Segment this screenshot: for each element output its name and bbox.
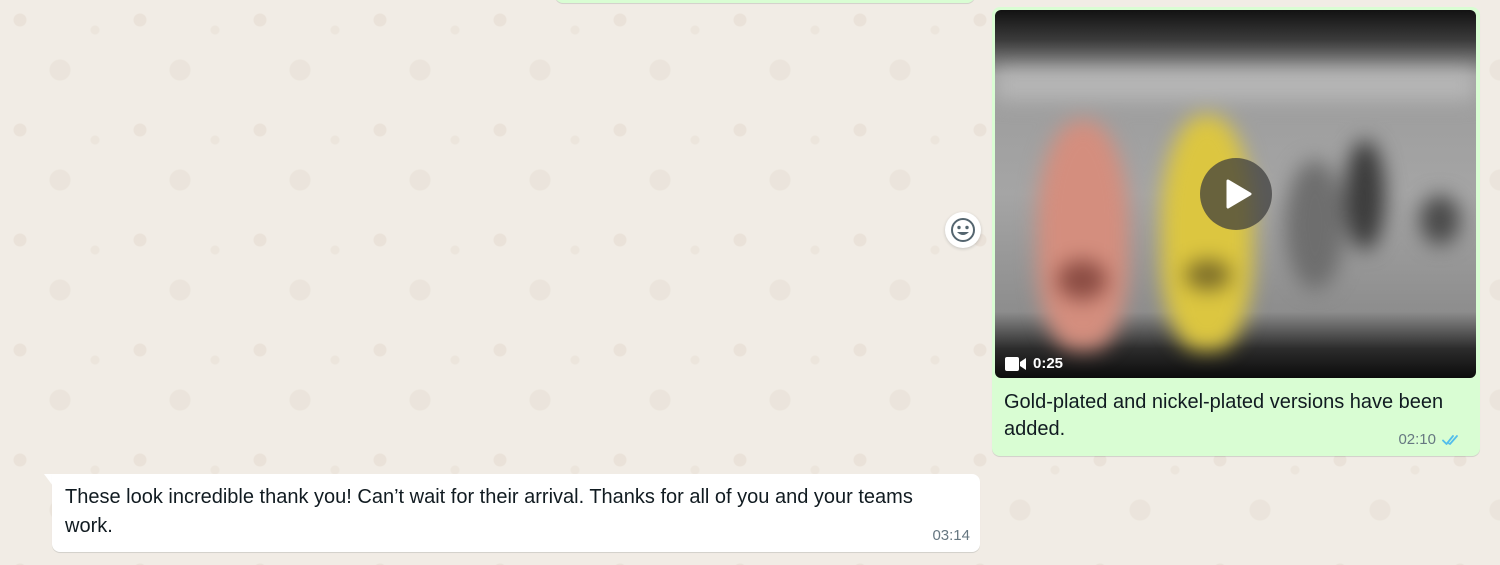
- video-info: 0:25: [1005, 355, 1063, 372]
- video-duration: 0:25: [1033, 355, 1064, 372]
- message-time: 02:10: [1398, 431, 1436, 448]
- double-check-icon: [1442, 434, 1458, 445]
- incoming-message[interactable]: These look incredible thank you! Can’t w…: [52, 474, 980, 552]
- video-camera-icon: [1005, 356, 1026, 371]
- previous-message-bubble: [555, 0, 975, 3]
- video-thumbnail[interactable]: 0:25: [995, 10, 1476, 378]
- play-icon: [1226, 179, 1251, 209]
- play-button[interactable]: [1200, 158, 1272, 230]
- outgoing-message-meta: 02:10: [1398, 431, 1462, 448]
- incoming-message-time: 03:14: [932, 527, 970, 544]
- react-emoji-button[interactable]: [945, 212, 981, 248]
- smiley-icon: [951, 218, 975, 242]
- incoming-message-text: These look incredible thank you! Can’t w…: [65, 486, 913, 537]
- outgoing-video-message[interactable]: 0:25 Gold-plated and nickel-plated versi…: [992, 7, 1480, 456]
